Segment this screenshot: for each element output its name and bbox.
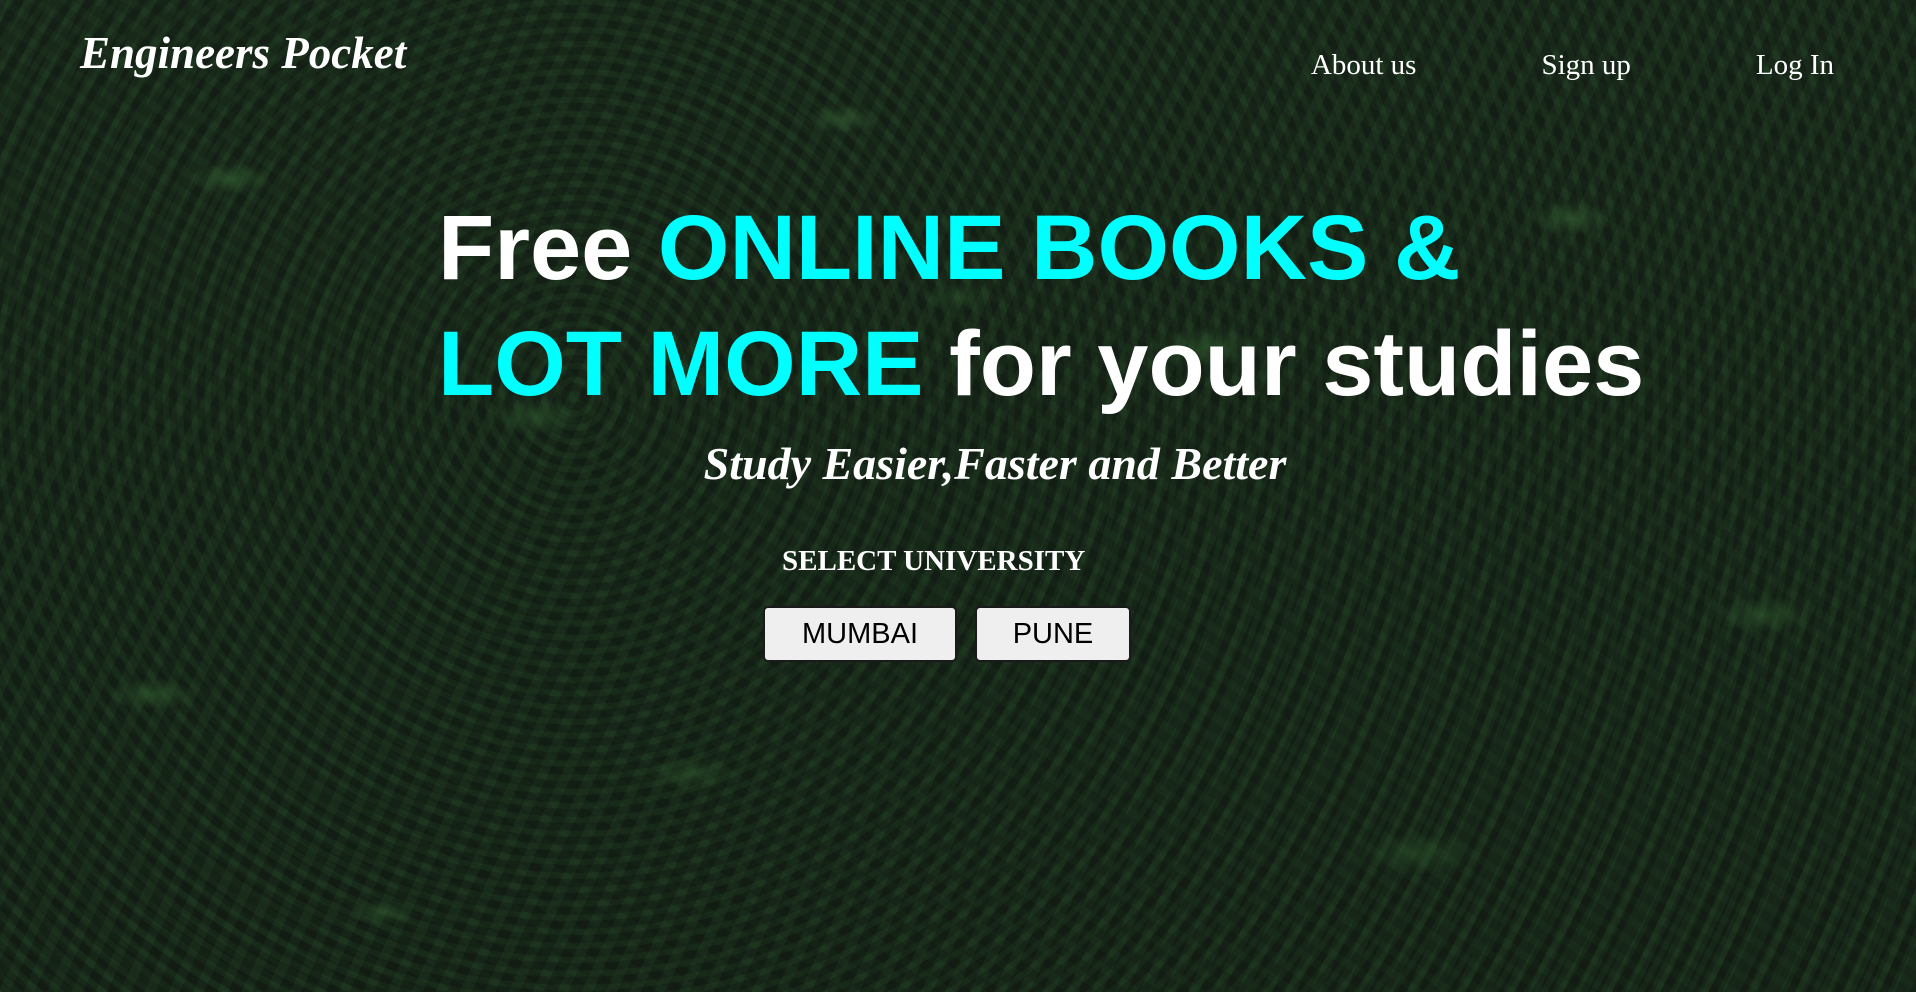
- mumbai-button[interactable]: MUMBAI: [763, 606, 957, 662]
- pune-button[interactable]: PUNE: [975, 606, 1131, 662]
- nav-sign-up-link[interactable]: Sign up: [1541, 48, 1630, 83]
- background-overlay: [0, 0, 1916, 992]
- nav-log-in-link[interactable]: Log In: [1756, 48, 1834, 83]
- site-logo[interactable]: Engineers Pocket: [80, 26, 406, 80]
- headline-free-text: Free: [438, 197, 658, 299]
- headline-online-books-text: ONLINE BOOKS &: [657, 197, 1461, 299]
- select-university-label: SELECT UNIVERSITY: [782, 545, 1086, 577]
- headline-for-your-studies-text: for your studies: [923, 313, 1645, 415]
- university-button-group: MUMBAI PUNE: [763, 606, 1131, 662]
- hero-headline: Free ONLINE BOOKS & LOT MORE for your st…: [438, 190, 1644, 422]
- hero-tagline: Study Easier,Faster and Better: [703, 438, 1287, 489]
- top-navigation: About us Sign up Log In: [1311, 48, 1834, 83]
- headline-lot-more-text: LOT MORE: [438, 313, 924, 415]
- nav-about-us-link[interactable]: About us: [1311, 48, 1417, 83]
